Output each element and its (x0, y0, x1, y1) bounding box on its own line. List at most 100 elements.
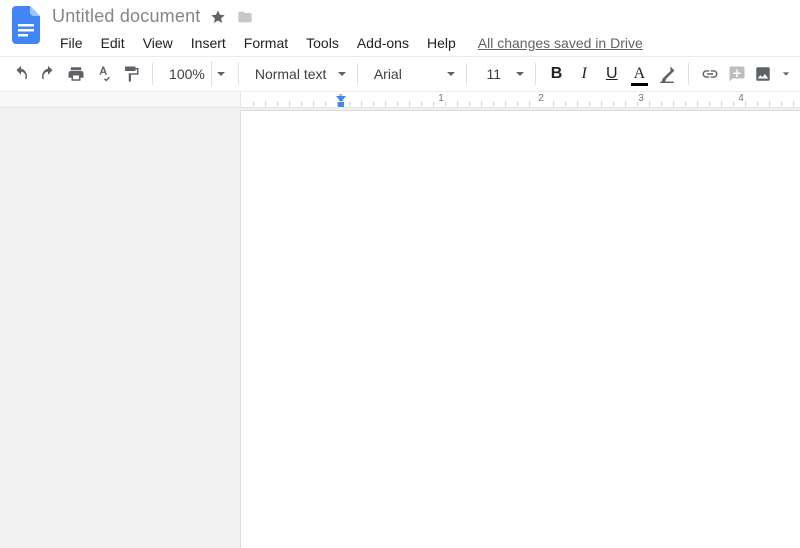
ruler-tick (697, 102, 698, 106)
ruler-tick (397, 102, 398, 106)
ruler-tick (781, 102, 782, 106)
horizontal-ruler[interactable]: 11234 (0, 92, 800, 108)
ruler-tick (793, 102, 794, 106)
ruler-tick (253, 102, 254, 106)
ruler-tick (301, 102, 302, 106)
separator (466, 63, 467, 85)
ruler-tick (373, 102, 374, 106)
bold-button[interactable]: B (544, 61, 570, 87)
ruler-tick (577, 102, 578, 106)
undo-button[interactable] (8, 61, 34, 87)
zoom-combo[interactable]: 100% (161, 61, 230, 87)
ruler-tick (433, 102, 434, 106)
chevron-down-icon[interactable] (211, 61, 230, 87)
ruler-tick (349, 102, 350, 106)
highlight-color-button[interactable] (654, 61, 680, 87)
ruler-tick (565, 102, 566, 106)
insert-link-button[interactable] (697, 61, 723, 87)
chevron-down-icon (515, 69, 525, 79)
document-page[interactable] (240, 110, 800, 548)
ruler-tick (625, 102, 626, 106)
ruler-tick (589, 102, 590, 106)
italic-glyph: I (582, 65, 587, 83)
insert-comment-button[interactable] (724, 61, 750, 87)
font-size-value: 11 (483, 66, 505, 82)
spellcheck-button[interactable] (91, 61, 117, 87)
document-canvas[interactable]: 11234 (0, 92, 800, 548)
ruler-tick (421, 102, 422, 106)
ruler-tick (553, 102, 554, 106)
ruler-tick (457, 102, 458, 106)
separator (357, 63, 358, 85)
ruler-tick-label: 3 (638, 93, 644, 104)
ruler-tick (709, 102, 710, 106)
docs-app-icon[interactable] (8, 6, 44, 50)
bold-glyph: B (551, 65, 563, 83)
ruler-tick (493, 102, 494, 106)
menu-file[interactable]: File (52, 31, 91, 55)
font-size-combo[interactable]: 11 (475, 61, 527, 87)
ruler-tick-label: 1 (438, 93, 444, 104)
separator (688, 63, 689, 85)
ruler-tick (721, 102, 722, 106)
ruler-tick (481, 102, 482, 106)
toolbar: 100% Normal text Arial 11 B I U A (0, 56, 800, 92)
ruler-tick (661, 102, 662, 106)
ruler-tick (757, 102, 758, 106)
redo-button[interactable] (36, 61, 62, 87)
italic-button[interactable]: I (571, 61, 597, 87)
ruler-tick (409, 102, 410, 106)
ruler-tick (517, 102, 518, 106)
text-color-glyph: A (634, 65, 646, 83)
ruler-tick (505, 102, 506, 106)
document-title[interactable]: Untitled document (52, 6, 200, 27)
menu-addons[interactable]: Add-ons (349, 31, 417, 55)
font-family-combo[interactable]: Arial (366, 61, 458, 87)
separator (535, 63, 536, 85)
chevron-down-icon (337, 69, 347, 79)
separator (238, 63, 239, 85)
ruler-tick (601, 102, 602, 106)
underline-button[interactable]: U (599, 61, 625, 87)
ruler-tick (385, 102, 386, 106)
text-color-swatch (631, 83, 649, 86)
text-color-button[interactable]: A (627, 61, 653, 87)
ruler-tick (745, 102, 746, 106)
ruler-tick (277, 102, 278, 106)
ruler-tick (649, 102, 650, 106)
insert-image-button[interactable] (752, 61, 792, 87)
ruler-tick (289, 102, 290, 106)
left-indent-marker[interactable] (338, 102, 344, 107)
menu-help[interactable]: Help (419, 31, 464, 55)
ruler-tick (637, 102, 638, 106)
ruler-tick (769, 102, 770, 106)
ruler-tick (361, 102, 362, 106)
ruler-tick (529, 102, 530, 106)
menu-view[interactable]: View (135, 31, 181, 55)
styles-value: Normal text (255, 66, 327, 82)
print-button[interactable] (63, 61, 89, 87)
menu-edit[interactable]: Edit (93, 31, 133, 55)
menu-format[interactable]: Format (236, 31, 296, 55)
menu-insert[interactable]: Insert (183, 31, 234, 55)
menu-tools[interactable]: Tools (298, 31, 347, 55)
ruler-tick (325, 102, 326, 106)
save-status-link[interactable]: All changes saved in Drive (478, 35, 643, 51)
ruler-tick (469, 102, 470, 106)
chevron-down-icon (446, 69, 456, 79)
font-value: Arial (374, 66, 436, 82)
star-icon[interactable] (210, 9, 226, 25)
chevron-down-icon (782, 70, 790, 78)
ruler-tick (685, 102, 686, 106)
ruler-tick (733, 102, 734, 106)
paragraph-styles-combo[interactable]: Normal text (247, 61, 349, 87)
ruler-tick (673, 102, 674, 106)
folder-icon[interactable] (236, 9, 254, 25)
titlebar: Untitled document File Edit View Insert … (0, 0, 800, 56)
ruler-tick-label: 2 (538, 93, 544, 104)
paint-format-button[interactable] (118, 61, 144, 87)
separator (152, 63, 153, 85)
ruler-tick (265, 102, 266, 106)
zoom-value: 100% (169, 66, 205, 82)
ruler-tick-label: 4 (738, 93, 744, 104)
